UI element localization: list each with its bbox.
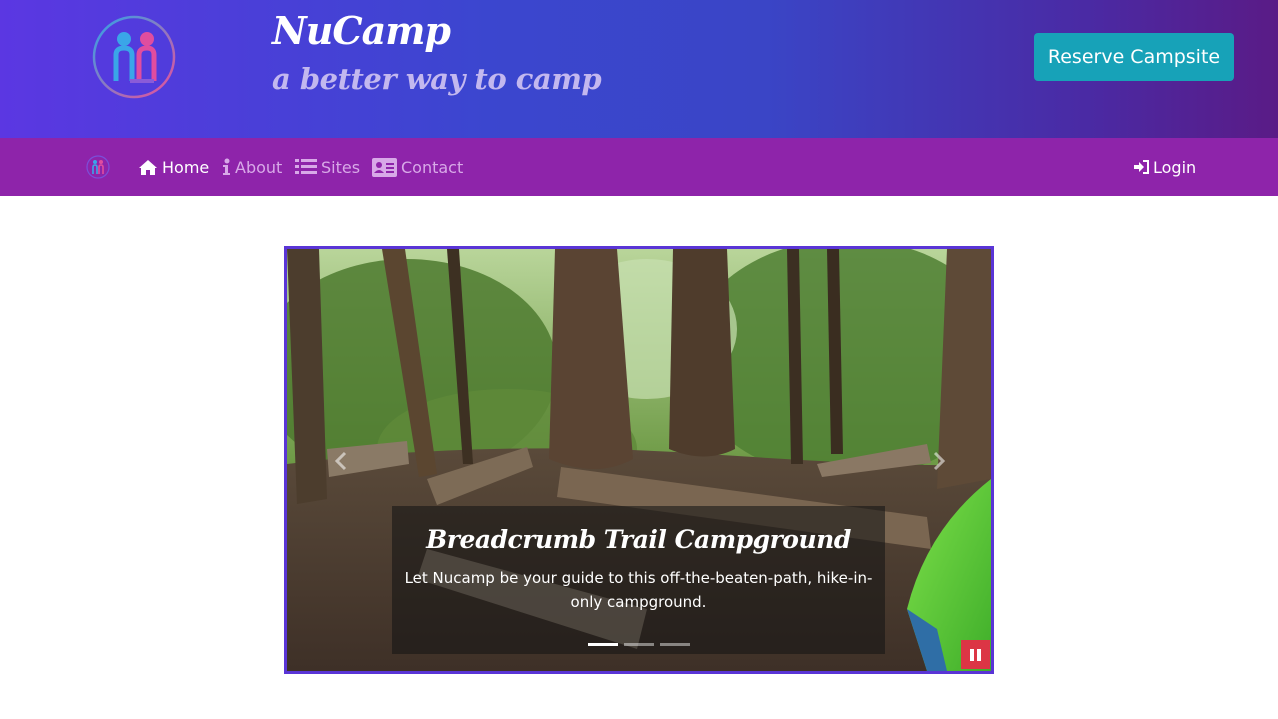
nucamp-logo-icon	[92, 15, 176, 99]
site-header: NuCamp a better way to camp Reserve Camp…	[0, 0, 1278, 138]
carousel-indicator-2[interactable]	[623, 643, 654, 646]
main-navbar: Home About Sites Contact Login	[0, 138, 1278, 196]
login-label: Login	[1153, 157, 1197, 177]
previous-arrow-icon	[334, 451, 347, 471]
info-icon	[223, 158, 230, 175]
carousel-pause-button[interactable]	[961, 640, 990, 669]
caption-text: Let Nucamp be your guide to this off-the…	[404, 569, 873, 611]
brand-title: NuCamp	[272, 8, 451, 53]
address-card-icon	[372, 157, 397, 177]
nav-item-home[interactable]: Home	[138, 138, 209, 196]
nav-item-sites[interactable]: Sites	[295, 138, 360, 196]
carousel-indicator-3[interactable]	[659, 643, 690, 646]
carousel-caption: Breadcrumb Trail Campground Let Nucamp b…	[392, 506, 885, 654]
navbar-logo-icon[interactable]	[86, 155, 110, 179]
nav-item-home-label: Home	[162, 157, 210, 177]
pause-icon	[970, 648, 981, 661]
nav-item-about[interactable]: About	[222, 138, 282, 196]
nav-item-contact-label: Contact	[401, 157, 464, 177]
next-arrow-icon	[933, 451, 946, 471]
list-icon	[295, 159, 317, 174]
reserve-campsite-button[interactable]: Reserve Campsite	[1034, 33, 1234, 81]
sign-in-icon	[1134, 160, 1149, 174]
nav-item-sites-label: Sites	[321, 157, 361, 177]
carousel-next-button[interactable]	[927, 449, 951, 473]
nav-item-contact[interactable]: Contact	[372, 138, 463, 196]
carousel-indicators	[392, 643, 885, 646]
campground-carousel: Breadcrumb Trail Campground Let Nucamp b…	[284, 246, 994, 674]
carousel-prev-button[interactable]	[329, 449, 353, 473]
login-link[interactable]: Login	[1134, 138, 1196, 196]
caption-title: Breadcrumb Trail Campground	[426, 525, 851, 554]
carousel-indicator-1[interactable]	[587, 643, 618, 646]
home-icon	[139, 159, 157, 175]
brand-tagline: a better way to camp	[272, 62, 602, 96]
nav-item-about-label: About	[235, 157, 283, 177]
